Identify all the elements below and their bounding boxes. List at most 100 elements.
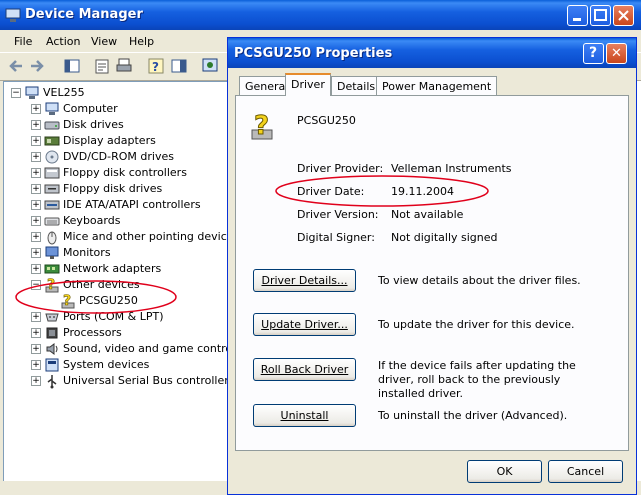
expand-toggle[interactable]: + <box>31 200 41 210</box>
uninstall-description: To uninstall the driver (Advanced). <box>378 409 568 422</box>
tree-item-label: Floppy disk controllers <box>63 166 187 179</box>
driver-tab-panel: ? PCSGU250 Driver Provider: Velleman Ins… <box>235 95 629 451</box>
expand-toggle[interactable]: + <box>31 184 41 194</box>
computer-icon <box>25 86 39 99</box>
expand-toggle[interactable]: + <box>31 216 41 226</box>
minimize-button[interactable] <box>567 5 588 26</box>
question-mark-icon: ? <box>589 45 598 61</box>
floppy-controller-icon <box>44 167 60 179</box>
scan-hardware-icon[interactable] <box>201 57 219 75</box>
close-icon: ✕ <box>611 46 622 61</box>
ok-button[interactable]: OK <box>467 460 542 483</box>
cancel-button-label: Cancel <box>566 465 605 478</box>
dialog-help-button[interactable]: ? <box>583 43 604 64</box>
tree-item-label: Floppy disk drives <box>63 182 163 195</box>
expand-toggle[interactable]: + <box>31 168 41 178</box>
properties-dialog: PCSGU250 Properties ? ✕ General Driver D… <box>227 37 637 495</box>
svg-text:?: ? <box>152 60 159 74</box>
uninstall-button[interactable]: Uninstall <box>253 404 356 427</box>
monitor-icon <box>45 246 59 259</box>
roll-back-driver-button[interactable]: Roll Back Driver <box>253 358 356 381</box>
usb-icon <box>47 375 57 389</box>
tab-details[interactable]: Details <box>331 76 382 95</box>
expand-toggle[interactable]: + <box>31 328 41 338</box>
update-driver-button-label: Update Driver... <box>261 318 348 331</box>
driver-details-description: To view details about the driver files. <box>378 274 581 287</box>
update-driver-button[interactable]: Update Driver... <box>253 313 356 336</box>
system-device-icon <box>45 358 59 372</box>
expand-toggle[interactable]: + <box>31 344 41 354</box>
close-icon <box>618 10 629 21</box>
tab-driver[interactable]: Driver <box>285 73 331 96</box>
tree-item-label: Computer <box>63 102 118 115</box>
ide-controller-icon <box>44 200 60 210</box>
print-icon[interactable] <box>115 57 133 75</box>
unknown-device-icon: ? <box>251 111 273 142</box>
disk-drive-icon <box>44 121 60 130</box>
menu-file[interactable]: File <box>14 35 32 48</box>
computer-icon <box>45 102 59 115</box>
tree-item-label: Sound, video and game controllers <box>63 342 232 355</box>
expand-toggle[interactable]: + <box>31 248 41 258</box>
expand-toggle[interactable]: + <box>31 152 41 162</box>
cancel-button[interactable]: Cancel <box>548 460 623 483</box>
expand-toggle[interactable]: + <box>31 136 41 146</box>
tree-item-label: System devices <box>63 358 150 371</box>
close-button[interactable] <box>613 5 634 26</box>
driver-details-button[interactable]: Driver Details... <box>253 269 356 292</box>
expand-toggle[interactable]: + <box>31 376 41 386</box>
driver-version-value: Not available <box>391 208 464 221</box>
device-name: PCSGU250 <box>297 114 356 127</box>
maximize-icon <box>594 9 607 21</box>
ok-button-label: OK <box>496 465 513 478</box>
tree-item-label: Keyboards <box>63 214 121 227</box>
tree-item-label: Network adapters <box>63 262 162 275</box>
tree-item-label: Disk drives <box>63 118 124 131</box>
expand-toggle[interactable]: + <box>31 232 41 242</box>
device-manager-icon <box>5 8 21 22</box>
roll-back-driver-button-label: Roll Back Driver <box>260 363 349 376</box>
sound-icon <box>46 343 58 355</box>
device-manager-title-bar[interactable]: Device Manager <box>0 0 641 30</box>
menu-help[interactable]: Help <box>129 35 154 48</box>
device-manager-title: Device Manager <box>25 7 143 22</box>
menu-action[interactable]: Action <box>46 35 80 48</box>
processor-icon <box>46 327 58 339</box>
properties-icon[interactable] <box>93 57 111 75</box>
menu-view[interactable]: View <box>91 35 117 48</box>
properties-dialog-title: PCSGU250 Properties <box>234 46 393 61</box>
tab-power-management[interactable]: Power Management <box>376 76 498 95</box>
cdrom-icon <box>45 150 59 164</box>
back-arrow-icon[interactable] <box>7 57 25 75</box>
driver-details-button-label: Driver Details... <box>261 274 348 287</box>
expand-toggle[interactable]: + <box>31 120 41 130</box>
show-hide-pane-icon[interactable] <box>170 57 188 75</box>
tree-item-label: Mice and other pointing devices <box>63 230 233 243</box>
roll-back-driver-description: If the device fails after updating the d… <box>378 359 576 400</box>
collapse-toggle[interactable]: − <box>11 88 21 98</box>
device-tree[interactable]: − VEL255 + Computer + Disk drives + Display ada… <box>3 81 233 483</box>
properties-dialog-title-bar[interactable]: PCSGU250 Properties ? ✕ <box>228 38 636 68</box>
svg-text:?: ? <box>254 111 269 141</box>
digital-signer-value: Not digitally signed <box>391 231 498 244</box>
tree-root-label: VEL255 <box>43 86 85 99</box>
digital-signer-label: Digital Signer: <box>297 231 375 244</box>
maximize-button[interactable] <box>590 5 611 26</box>
tree-item-label: Processors <box>63 326 122 339</box>
tree-item-label: Display adapters <box>63 134 156 147</box>
dialog-close-button[interactable]: ✕ <box>606 43 627 64</box>
show-hide-tree-icon[interactable] <box>63 57 81 75</box>
other-devices-highlight-ring <box>15 280 177 314</box>
mouse-icon <box>47 231 57 245</box>
help-icon[interactable]: ? <box>147 57 165 75</box>
driver-date-highlight-ring <box>275 175 489 207</box>
tree-item-label: IDE ATA/ATAPI controllers <box>63 198 201 211</box>
display-adapter-icon <box>44 136 60 146</box>
forward-arrow-icon[interactable] <box>28 57 46 75</box>
tree-item-label: Monitors <box>63 246 111 259</box>
tree-item-label: DVD/CD-ROM drives <box>63 150 174 163</box>
expand-toggle[interactable]: + <box>31 360 41 370</box>
expand-toggle[interactable]: + <box>31 264 41 274</box>
expand-toggle[interactable]: + <box>31 104 41 114</box>
keyboard-icon <box>44 217 60 226</box>
